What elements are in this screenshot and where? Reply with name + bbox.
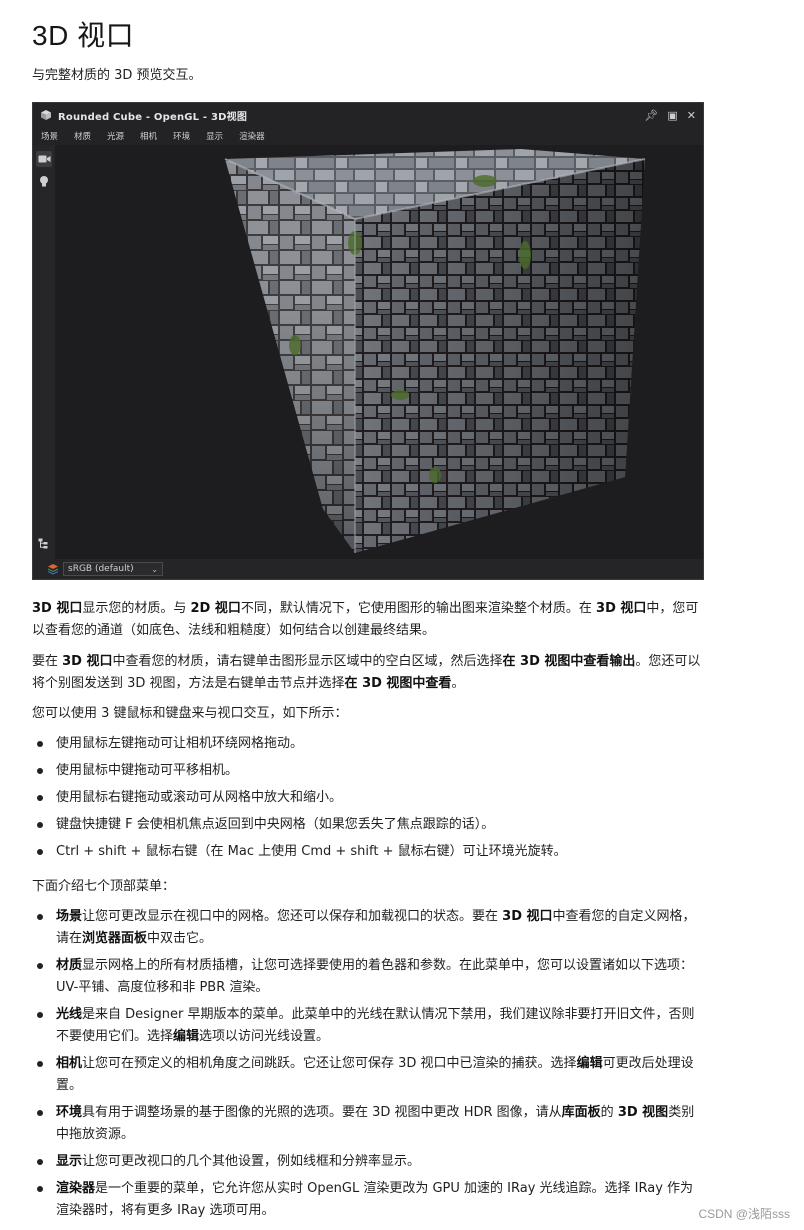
menu-lights[interactable]: 光源 <box>107 130 124 142</box>
text: 中双击它。 <box>147 931 213 946</box>
layers-icon <box>48 564 58 575</box>
cube-icon <box>41 110 51 120</box>
term-3d-viewport: 3D 视口 <box>32 601 83 616</box>
text: 不同，默认情况下，它使用图形的输出图来渲染整个材质。在 <box>240 601 597 616</box>
light-tool-button[interactable] <box>36 173 52 189</box>
menus-intro: 下面介绍七个顶部菜单： <box>32 879 176 894</box>
controls-list: 使用鼠标左键拖动可让相机环绕网格拖动。 使用鼠标中键拖动可平移相机。 使用鼠标右… <box>32 733 704 863</box>
term: 材质 <box>56 958 83 973</box>
viewport-side-toolbar <box>33 145 56 559</box>
term: 相机 <box>56 1056 83 1071</box>
window-title: Rounded Cube - OpenGL - 3D视图 <box>58 111 248 123</box>
term: 光线 <box>56 1007 83 1022</box>
page-subtitle: 与完整材质的 3D 预览交互。 <box>32 68 202 83</box>
list-item: Ctrl + shift + 鼠标右键（在 Mac 上使用 Cmd + shif… <box>32 841 704 863</box>
window-titlebar: Rounded Cube - OpenGL - 3D视图 📌︎ ▣ ✕ <box>33 103 703 127</box>
menu-camera[interactable]: 相机 <box>140 130 157 142</box>
term-2d-viewport: 2D 视口 <box>190 601 241 616</box>
menu-scene[interactable]: 场景 <box>41 130 58 142</box>
menu-environment[interactable]: 环境 <box>173 130 190 142</box>
command-view-in-3d: 在 3D 视图中查看 <box>344 676 452 691</box>
menu-desc-material: 材质显示网格上的所有材质插槽，让您可选择要使用的着色器和参数。在此菜单中，您可以… <box>32 955 704 999</box>
menus-list: 场景让您可更改显示在视口中的网格。您还可以保存和加载视口的状态。要在 3D 视口… <box>32 906 704 1222</box>
term: 场景 <box>56 909 83 924</box>
text: 具有用于调整场景的基于图像的光照的选项。要在 3D 视图中更改 HDR 图像，请… <box>82 1105 562 1120</box>
term: 环境 <box>56 1105 83 1120</box>
text: 让您可更改视口的几个其他设置，例如线框和分辨率显示。 <box>82 1154 421 1169</box>
menu-desc-camera: 相机让您可在预定义的相机角度之间跳跃。它还让您可保存 3D 视口中已渲染的捕获。… <box>32 1053 704 1097</box>
colorspace-value: sRGB (default) <box>68 564 134 574</box>
page-title: 3D 视口 <box>32 20 135 51</box>
term: 浏览器面板 <box>82 931 148 946</box>
chevron-down-icon: ⌄ <box>151 564 158 574</box>
hierarchy-icon[interactable] <box>38 534 49 553</box>
intro-paragraph: 3D 视口显示您的材质。与 2D 视口不同，默认情况下，它使用图形的输出图来渲染… <box>32 598 704 642</box>
viewport-menubar: 场景 材质 光源 相机 环境 显示 渲染器 <box>33 127 703 145</box>
camera-tool-button[interactable] <box>36 151 52 167</box>
term: 渲染器 <box>56 1181 96 1196</box>
text: 是来自 Designer 早期版本的菜单。此菜单中的光线在默认情况下禁用，我们建… <box>56 1007 695 1044</box>
term: 编辑 <box>576 1056 603 1071</box>
text: 显示您的材质。与 <box>82 601 191 616</box>
text: 中查看您的材质，请右键单击图形显示区域中的空白区域，然后选择 <box>112 654 503 669</box>
close-icon[interactable]: ✕ <box>687 110 696 121</box>
text: 是一个重要的菜单，它允许您从实时 OpenGL 渲染更改为 GPU 加速的 IR… <box>56 1181 694 1218</box>
list-item: 使用鼠标右键拖动或滚动可从网格中放大和缩小。 <box>32 787 704 809</box>
command-view-output-in-3d: 在 3D 视图中查看输出 <box>502 654 636 669</box>
text: 的 <box>600 1105 618 1120</box>
text: 要在 <box>32 654 63 669</box>
term-3d-viewport: 3D 视口 <box>596 601 647 616</box>
interaction-intro: 您可以使用 3 键鼠标和键盘来与视口交互，如下所示： <box>32 706 348 721</box>
stone-cube-render <box>224 149 646 553</box>
term: 库面板 <box>561 1105 601 1120</box>
menu-display[interactable]: 显示 <box>206 130 223 142</box>
3d-viewport[interactable] <box>55 145 703 559</box>
list-item: 使用鼠标中键拖动可平移相机。 <box>32 760 704 782</box>
colorspace-dropdown[interactable]: sRGB (default) ⌄ <box>63 562 163 576</box>
term: 3D 视口 <box>502 909 553 924</box>
text: 。 <box>451 676 465 691</box>
term-3d-viewport: 3D 视口 <box>62 654 113 669</box>
text: 让您可更改显示在视口中的网格。您还可以保存和加载视口的状态。要在 <box>82 909 503 924</box>
list-item: 键盘快捷键 F 会使相机焦点返回到中央网格（如果您丢失了焦点跟踪的话）。 <box>32 814 704 836</box>
float-window-icon[interactable]: ▣ <box>667 110 677 121</box>
menu-material[interactable]: 材质 <box>74 130 91 142</box>
viewport-window: Rounded Cube - OpenGL - 3D视图 📌︎ ▣ ✕ 场景 材… <box>32 102 704 580</box>
view-material-paragraph: 要在 3D 视口中查看您的材质，请右键单击图形显示区域中的空白区域，然后选择在 … <box>32 651 704 695</box>
term: 显示 <box>56 1154 83 1169</box>
menu-desc-renderer: 渲染器是一个重要的菜单，它允许您从实时 OpenGL 渲染更改为 GPU 加速的… <box>32 1178 704 1222</box>
menu-desc-environment: 环境具有用于调整场景的基于图像的光照的选项。要在 3D 视图中更改 HDR 图像… <box>32 1102 704 1146</box>
pin-icon[interactable]: 📌︎ <box>644 110 658 121</box>
menu-desc-display: 显示让您可更改视口的几个其他设置，例如线框和分辨率显示。 <box>32 1151 704 1173</box>
text: 显示网格上的所有材质插槽，让您可选择要使用的着色器和参数。在此菜单中，您可以设置… <box>56 958 694 995</box>
menu-desc-scene: 场景让您可更改显示在视口中的网格。您还可以保存和加载视口的状态。要在 3D 视口… <box>32 906 704 950</box>
source-watermark: CSDN @浅陌sss <box>698 1207 790 1221</box>
menu-renderer[interactable]: 渲染器 <box>239 130 265 142</box>
text: 让您可在预定义的相机角度之间跳跃。它还让您可保存 3D 视口中已渲染的捕获。选择 <box>82 1056 577 1071</box>
text: 选项以访问光线设置。 <box>199 1029 330 1044</box>
menu-desc-lights: 光线是来自 Designer 早期版本的菜单。此菜单中的光线在默认情况下禁用，我… <box>32 1004 704 1048</box>
term: 3D 视图 <box>617 1105 669 1120</box>
video-camera-icon <box>38 155 50 163</box>
viewport-statusbar: sRGB (default) ⌄ <box>33 559 703 579</box>
list-item: 使用鼠标左键拖动可让相机环绕网格拖动。 <box>32 733 704 755</box>
term: 编辑 <box>173 1029 200 1044</box>
light-bulb-icon <box>40 175 48 186</box>
